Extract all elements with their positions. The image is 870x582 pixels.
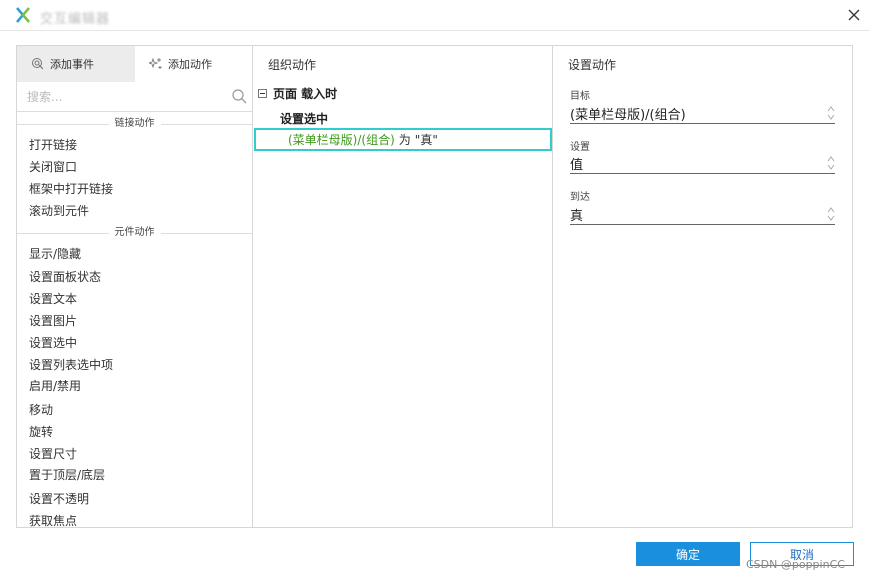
action-detail-row[interactable]: (菜单栏母版)/(组合) 为 "真": [254, 128, 552, 151]
panel-tabs: 添加事件 添加动作: [17, 46, 252, 82]
set-label: 设置: [570, 142, 590, 153]
set-value: 值: [570, 158, 584, 173]
action-item[interactable]: 框架中打开链接: [29, 181, 113, 197]
target-label: 目标: [570, 91, 590, 102]
spinner-icon: [827, 156, 835, 170]
title-bar: 交互编辑器: [0, 0, 870, 31]
section-header-widget-actions: 元件动作: [17, 226, 252, 240]
collapse-toggle-icon[interactable]: [258, 88, 267, 98]
configure-action-panel: 设置动作 目标 (菜单栏母版)/(组合) 设置 值 到达 真: [553, 46, 852, 527]
action-item[interactable]: 启用/禁用: [29, 378, 81, 394]
organize-actions-title: 组织动作: [268, 58, 317, 72]
action-item[interactable]: 打开链接: [29, 137, 77, 153]
section-header-label: 链接动作: [108, 117, 161, 131]
action-item[interactable]: 关闭窗口: [29, 159, 77, 175]
tab-add-action[interactable]: 添加动作: [135, 46, 252, 82]
event-node[interactable]: 页面 载入时: [258, 85, 337, 101]
tab-add-event[interactable]: 添加事件: [17, 46, 135, 82]
event-icon: [32, 58, 44, 70]
action-item[interactable]: 获取焦点: [29, 513, 77, 529]
ok-button[interactable]: 确定: [636, 542, 740, 566]
sparkle-icon: [149, 57, 162, 69]
organize-actions-panel: 组织动作 页面 载入时 设置选中 (菜单栏母版)/(组合) 为 "真": [253, 46, 553, 527]
event-label: 页面 载入时: [273, 86, 338, 101]
search-input[interactable]: [27, 88, 227, 106]
target-select[interactable]: (菜单栏母版)/(组合): [570, 102, 835, 124]
tab-add-event-label: 添加事件: [50, 58, 94, 71]
to-value: 真: [570, 209, 584, 224]
action-item[interactable]: 设置面板状态: [29, 269, 101, 285]
to-label: 到达: [570, 192, 590, 203]
action-item[interactable]: 滚动到元件: [29, 203, 89, 219]
action-item[interactable]: 置于顶层/底层: [29, 467, 105, 483]
spinner-icon: [827, 207, 835, 221]
action-item[interactable]: 设置文本: [29, 291, 77, 307]
set-select[interactable]: 值: [570, 152, 835, 174]
action-item[interactable]: 旋转: [29, 424, 53, 440]
action-library-panel: 添加事件 添加动作 链接动作 打开链接 关闭窗口 框架中打开: [17, 46, 253, 529]
action-node[interactable]: 设置选中: [280, 110, 328, 127]
action-item[interactable]: 设置选中: [29, 335, 77, 351]
spinner-icon: [827, 106, 835, 120]
axure-x-logo: [16, 7, 30, 23]
action-item[interactable]: 移动: [29, 402, 53, 418]
target-value: (菜单栏母版)/(组合): [570, 108, 686, 123]
to-select[interactable]: 真: [570, 203, 835, 225]
action-item[interactable]: 设置图片: [29, 313, 77, 329]
watermark: CSDN @poppinCC: [746, 558, 845, 571]
action-item[interactable]: 设置不透明: [29, 491, 89, 507]
detail-value: "真": [414, 133, 438, 147]
editor-frame: 添加事件 添加动作 链接动作 打开链接 关闭窗口 框架中打开: [16, 45, 853, 528]
action-item[interactable]: 显示/隐藏: [29, 246, 81, 262]
detail-op: 为: [398, 133, 411, 147]
close-icon[interactable]: [844, 5, 864, 25]
configure-action-title: 设置动作: [568, 58, 617, 72]
action-item[interactable]: 设置列表选中项: [29, 357, 113, 373]
section-header-link-actions: 链接动作: [17, 117, 252, 131]
window-title: 交互编辑器: [40, 12, 111, 27]
search-icon[interactable]: [232, 89, 247, 104]
section-header-label: 元件动作: [108, 226, 161, 240]
tab-add-action-label: 添加动作: [168, 58, 212, 71]
detail-target: (菜单栏母版)/(组合): [288, 133, 395, 147]
search-box: [17, 82, 252, 112]
action-item[interactable]: 设置尺寸: [29, 446, 77, 462]
